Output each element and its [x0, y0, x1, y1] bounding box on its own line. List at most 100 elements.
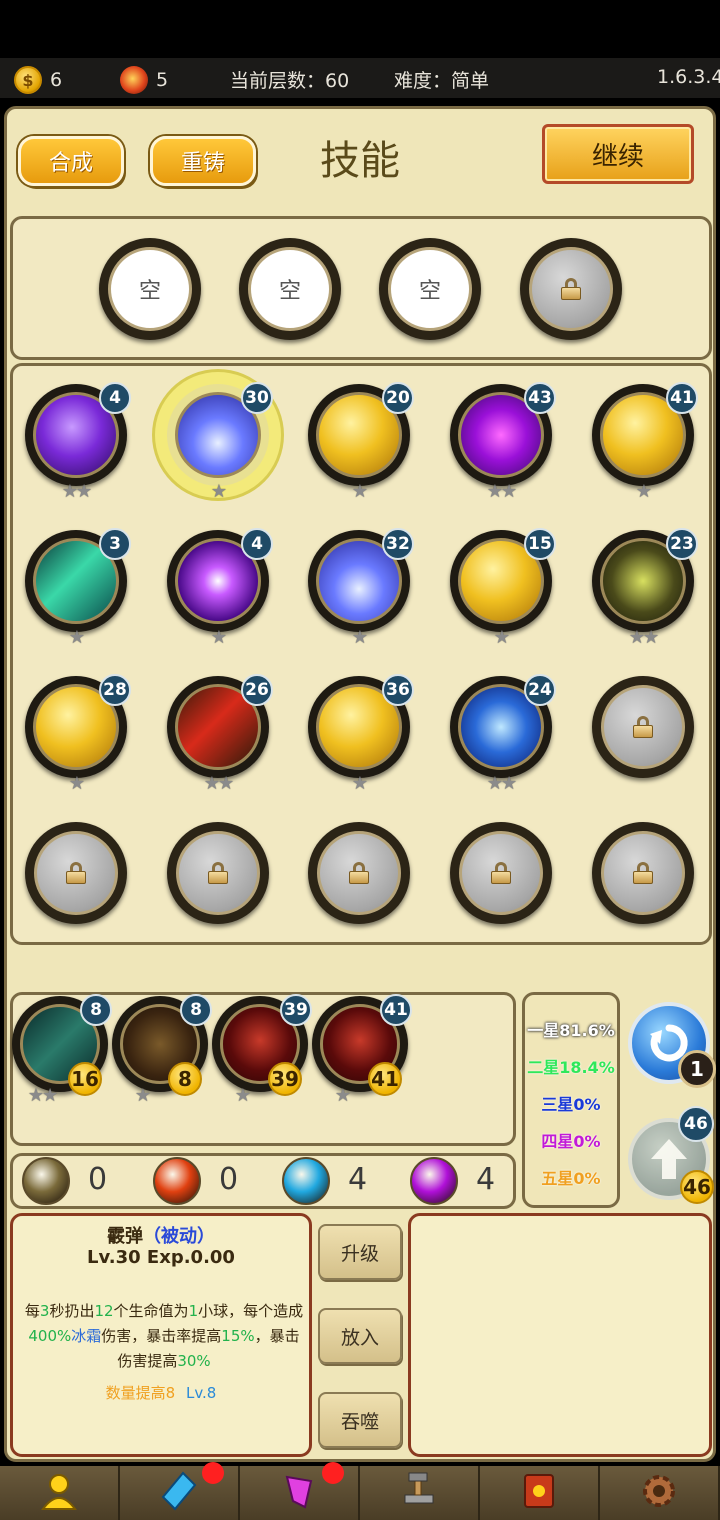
notification-dot [202, 1462, 224, 1484]
bottom-nav [0, 1462, 720, 1520]
skill-bonus-level: Lv.8 [185, 1384, 217, 1402]
star-odds-entry: 五星0% [541, 1169, 601, 1188]
skill-card[interactable]: 43 ★★ [450, 382, 556, 502]
skill-card[interactable]: 4 ★★ [25, 382, 131, 502]
skill-card[interactable]: 23 ★★ [592, 528, 698, 648]
skill-card[interactable]: 4 ★ [167, 528, 273, 648]
skill-slot-face [601, 831, 685, 915]
star-rating: ★ [351, 773, 368, 794]
nav-tab-spellbook[interactable] [480, 1466, 600, 1520]
nav-tab-potion[interactable] [240, 1462, 360, 1520]
star-rating: ★ [351, 627, 368, 648]
description-segment: 秒扔出 [49, 1302, 95, 1320]
skill-card[interactable]: 32 ★ [308, 528, 414, 648]
star-rating: ★★ [628, 627, 659, 648]
lock-icon [491, 862, 511, 884]
skill-level-badge: 3 [99, 528, 131, 560]
star-rating: ★ [68, 773, 85, 794]
copy-count-badge: 8 [168, 1062, 202, 1096]
skill-level-badge: 8 [80, 994, 112, 1026]
lock-icon [208, 862, 228, 884]
gem-counter: 5 [120, 66, 168, 94]
hero-icon [39, 1471, 79, 1515]
star-rating: ★ [210, 481, 227, 502]
resource-orb-count: 4 [476, 1162, 496, 1197]
nav-tab-forge[interactable] [360, 1466, 480, 1520]
status-bar: $ 6 5 当前层数：60 难度：简单 1.6.3.4 [0, 58, 720, 98]
upgrade-button[interactable]: 升级 [318, 1224, 402, 1280]
lock-icon [66, 862, 86, 884]
inventory-skill[interactable]: 8 8 ★ [112, 994, 212, 1106]
skill-bonus-row: 数量提高8 Lv.8 [13, 1382, 309, 1403]
devour-button[interactable]: 吞噬 [318, 1392, 402, 1448]
skill-bonus: 数量提高8 [105, 1384, 176, 1402]
description-segment: 15% [221, 1327, 255, 1345]
star-rating: ★ [134, 1085, 151, 1106]
put-in-button[interactable]: 放入 [318, 1308, 402, 1364]
resource-orb-count: 0 [219, 1162, 239, 1197]
settings-gear-icon [639, 1471, 679, 1515]
recast-button[interactable]: 重铸 [150, 136, 256, 186]
star-odds-entry: 三星0% [541, 1095, 601, 1114]
copy-count-badge: 41 [368, 1062, 402, 1096]
skill-card[interactable]: 36 ★ [308, 674, 414, 794]
skill-level-badge: 36 [382, 674, 414, 706]
star-odds-entry: 四星0% [541, 1132, 601, 1151]
skill-card[interactable]: 15 ★ [450, 528, 556, 648]
nav-tab-crystal[interactable] [120, 1462, 240, 1520]
description-segment: 30% [177, 1352, 211, 1370]
skill-card[interactable]: 20 ★ [308, 382, 414, 502]
star-rating: ★ [351, 481, 368, 502]
version-label: 1.6.3.4 [657, 66, 720, 88]
skill-level-badge: 24 [524, 674, 556, 706]
notification-dot [322, 1462, 344, 1484]
skill-card[interactable]: 28 ★ [25, 674, 131, 794]
equip-slot-empty[interactable]: 空 [239, 238, 341, 340]
skill-slot-locked[interactable] [308, 822, 410, 924]
skill-level-badge: 28 [99, 674, 131, 706]
inventory-skill[interactable]: 39 39 ★ [212, 994, 312, 1106]
description-segment: 伤害，暴击率提高 [101, 1327, 222, 1345]
skill-level-badge: 41 [666, 382, 698, 414]
inventory-skill[interactable]: 8 16 ★★ [12, 994, 112, 1106]
skill-detail-box: 霰弹（被动） Lv.30 Exp.0.00 每3秒扔出12个生命值为1小球，每个… [10, 1213, 312, 1457]
skill-level-badge: 43 [524, 382, 556, 414]
skill-slot-face [317, 831, 401, 915]
star-rating: ★ [234, 1085, 251, 1106]
resource-orb-icon [410, 1157, 458, 1205]
fire-gem-icon [120, 66, 148, 94]
skill-name-row: 霰弹（被动） [13, 1222, 309, 1248]
skill-slot-locked[interactable] [592, 676, 694, 778]
lock-icon [633, 862, 653, 884]
star-rating: ★★ [27, 1085, 58, 1106]
gem-count: 5 [156, 69, 169, 91]
skill-card[interactable]: 24 ★★ [450, 674, 556, 794]
skill-description: 每3秒扔出12个生命值为1小球，每个造成400%冰霜伤害，暴击率提高15%，暴击… [23, 1299, 305, 1374]
star-rating: ★★ [203, 773, 234, 794]
nav-tab-settings-gear[interactable] [600, 1466, 720, 1520]
skill-slot-face [601, 685, 685, 769]
inventory-skill[interactable]: 41 41 ★ [312, 994, 412, 1106]
skill-level-badge: 8 [180, 994, 212, 1026]
continue-button[interactable]: 继续 [542, 124, 694, 184]
equip-slot-empty[interactable]: 空 [379, 238, 481, 340]
skill-slot-locked[interactable] [167, 822, 269, 924]
skill-card[interactable]: 3 ★ [25, 528, 131, 648]
skill-level-exp: Lv.30 Exp.0.00 [87, 1247, 235, 1268]
nav-tab-hero[interactable] [0, 1466, 120, 1520]
skill-level-badge: 23 [666, 528, 698, 560]
skill-card[interactable]: 26 ★★ [167, 674, 273, 794]
equip-slot-face [529, 247, 613, 331]
skill-slot-locked[interactable] [25, 822, 127, 924]
skill-slot-locked[interactable] [592, 822, 694, 924]
skill-card[interactable]: 41 ★ [592, 382, 698, 502]
skill-card[interactable]: 30 ★ [167, 382, 273, 502]
merge-button[interactable]: 合成 [18, 136, 124, 186]
star-odds-entry: 二星18.4% [527, 1058, 615, 1077]
skill-slot-locked[interactable] [450, 822, 552, 924]
skill-level-badge: 26 [241, 674, 273, 706]
equip-slot-locked[interactable] [520, 238, 622, 340]
skill-level-badge: 4 [241, 528, 273, 560]
equip-slot-empty[interactable]: 空 [99, 238, 201, 340]
star-rating: ★★ [61, 481, 92, 502]
